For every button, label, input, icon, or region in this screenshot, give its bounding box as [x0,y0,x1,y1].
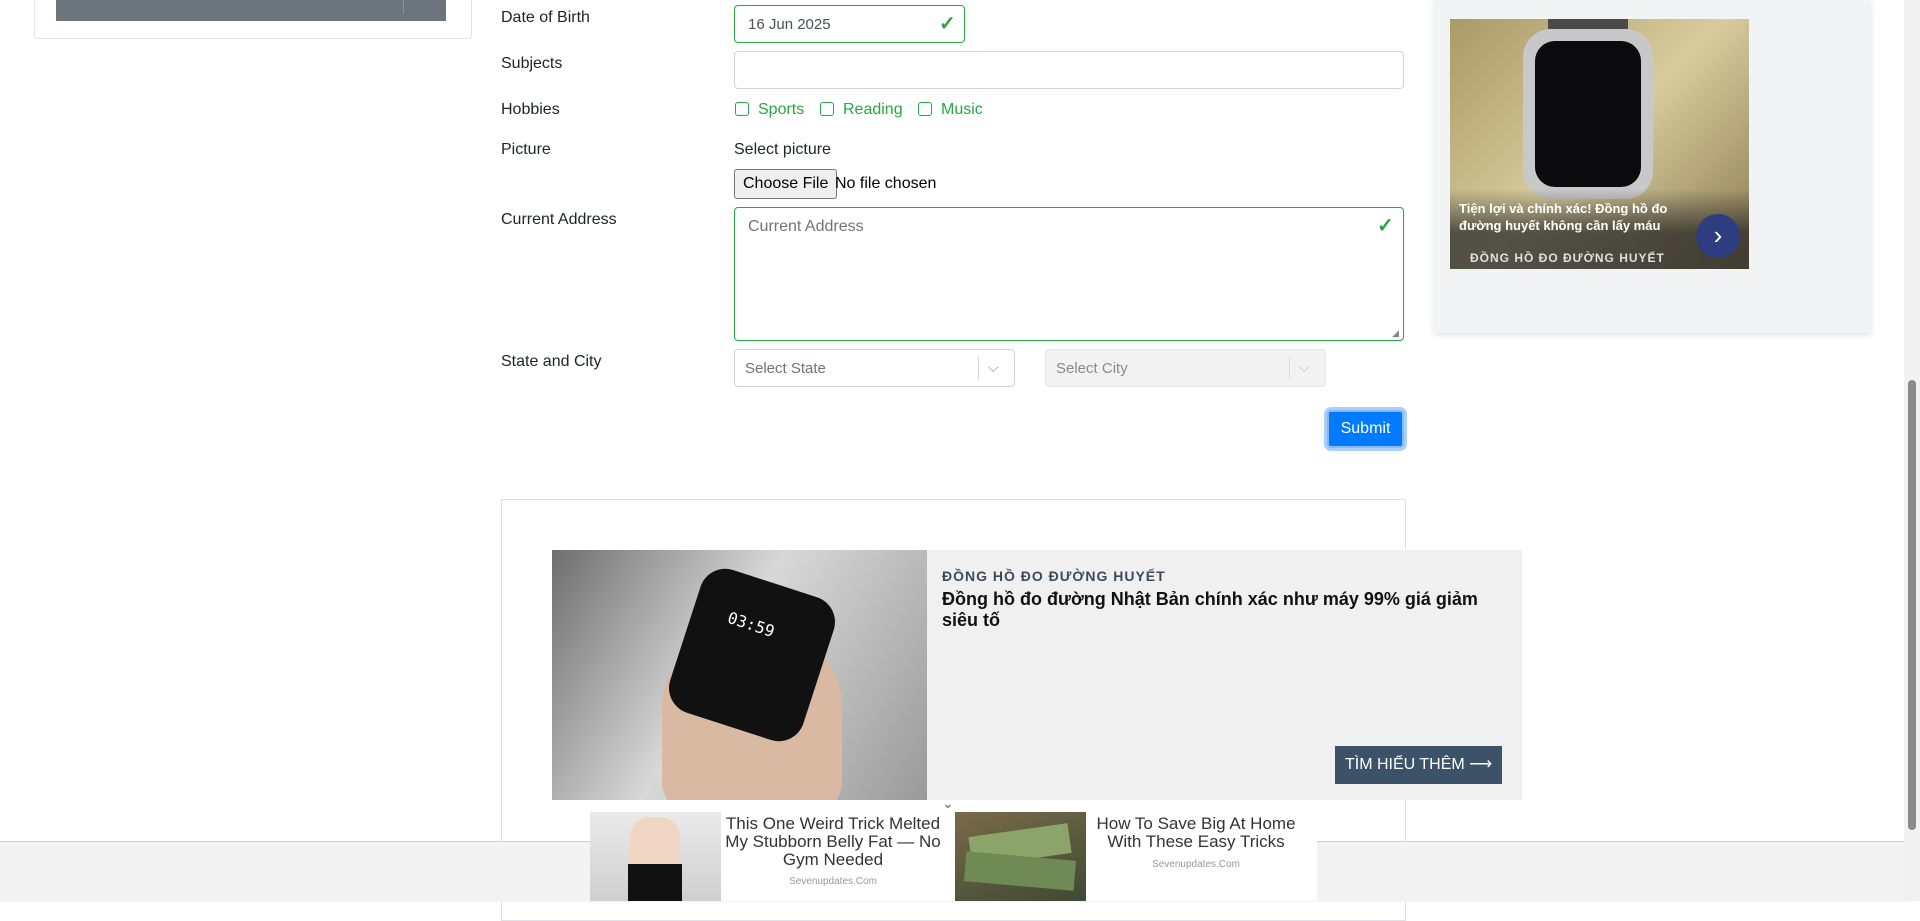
picture-caption: Select picture [734,141,831,158]
resize-handle-icon[interactable]: ◢ [1392,328,1399,339]
subjects-input[interactable] [734,51,1404,89]
sticky-ad-image-1[interactable] [590,812,721,901]
main-ad-brand: ĐỒNG HỒ ĐO ĐƯỜNG HUYẾT [942,568,1166,584]
main-ad-image[interactable]: 03:59 [552,550,927,800]
sticky-ad-image-2[interactable] [955,812,1086,901]
side-ad-brand: ĐỒNG HỒ ĐO ĐƯỜNG HUYẾT [1470,251,1665,265]
select-separator [1289,357,1290,379]
chevron-down-icon[interactable]: ⌵ [988,359,999,376]
learn-more-button[interactable]: TÌM HIỂU THÊM ⟶ [1335,746,1503,784]
sticky-ad-title-2[interactable]: How To Save Big At Home With These Easy … [1087,815,1305,851]
dob-label: Date of Birth [501,9,590,26]
sticky-ad-source-2: Sevenupdates.Com [1152,859,1240,870]
hobby-reading-label[interactable]: Reading [843,101,903,119]
legs-shape [628,864,682,901]
city-select[interactable]: Select City ⌵ [1045,349,1326,387]
state-placeholder: Select State [745,360,826,377]
scrollbar-thumb[interactable] [1908,380,1916,830]
sticky-ad-title-1[interactable]: This One Weird Trick Melted My Stubborn … [722,815,944,869]
left-panel-bar [56,0,446,21]
state-select[interactable]: Select State ⌵ [734,349,1015,387]
main-ad-title[interactable]: Đồng hồ đo đường Nhật Bản chính xác như … [942,589,1502,631]
collapse-chevron-icon[interactable]: ⌄ [942,795,954,812]
hobby-reading-checkbox[interactable] [820,102,834,116]
valid-check-icon: ✓ [939,13,956,35]
hobby-music-checkbox[interactable] [918,102,932,116]
sticky-ad-source-1: Sevenupdates.Com [789,876,877,887]
file-status: No file chosen [835,175,937,192]
side-ad-text[interactable]: Tiện lợi và chính xác! Đồng hồ đo đường … [1459,200,1679,234]
chevron-right-icon[interactable]: › [1696,214,1740,258]
state-city-label: State and City [501,353,602,370]
cash-shape [963,851,1077,891]
select-separator [978,357,979,379]
picture-label: Picture [501,141,551,158]
hobby-sports-checkbox[interactable] [735,102,749,116]
valid-check-icon: ✓ [1377,215,1394,237]
subjects-label: Subjects [501,55,563,72]
watch-screen-shape [1535,41,1641,187]
hobby-music-label[interactable]: Music [941,101,983,119]
side-ad-image[interactable]: Tiện lợi và chính xác! Đồng hồ đo đường … [1450,19,1749,269]
address-textarea[interactable]: Current Address ✓ ◢ [734,207,1404,341]
dob-value: 16 Jun 2025 [748,16,831,33]
choose-file-button[interactable]: Choose File [734,169,838,199]
hobby-sports-label[interactable]: Sports [758,101,804,119]
hobbies-label: Hobbies [501,101,560,118]
address-placeholder: Current Address [748,218,864,235]
chevron-down-icon[interactable]: ⌵ [1299,359,1310,376]
city-placeholder: Select City [1056,360,1128,377]
dob-input[interactable]: 16 Jun 2025 ✓ [734,5,965,43]
address-label: Current Address [501,211,617,228]
submit-button[interactable]: Submit [1327,410,1404,448]
left-panel-divider [403,0,404,14]
